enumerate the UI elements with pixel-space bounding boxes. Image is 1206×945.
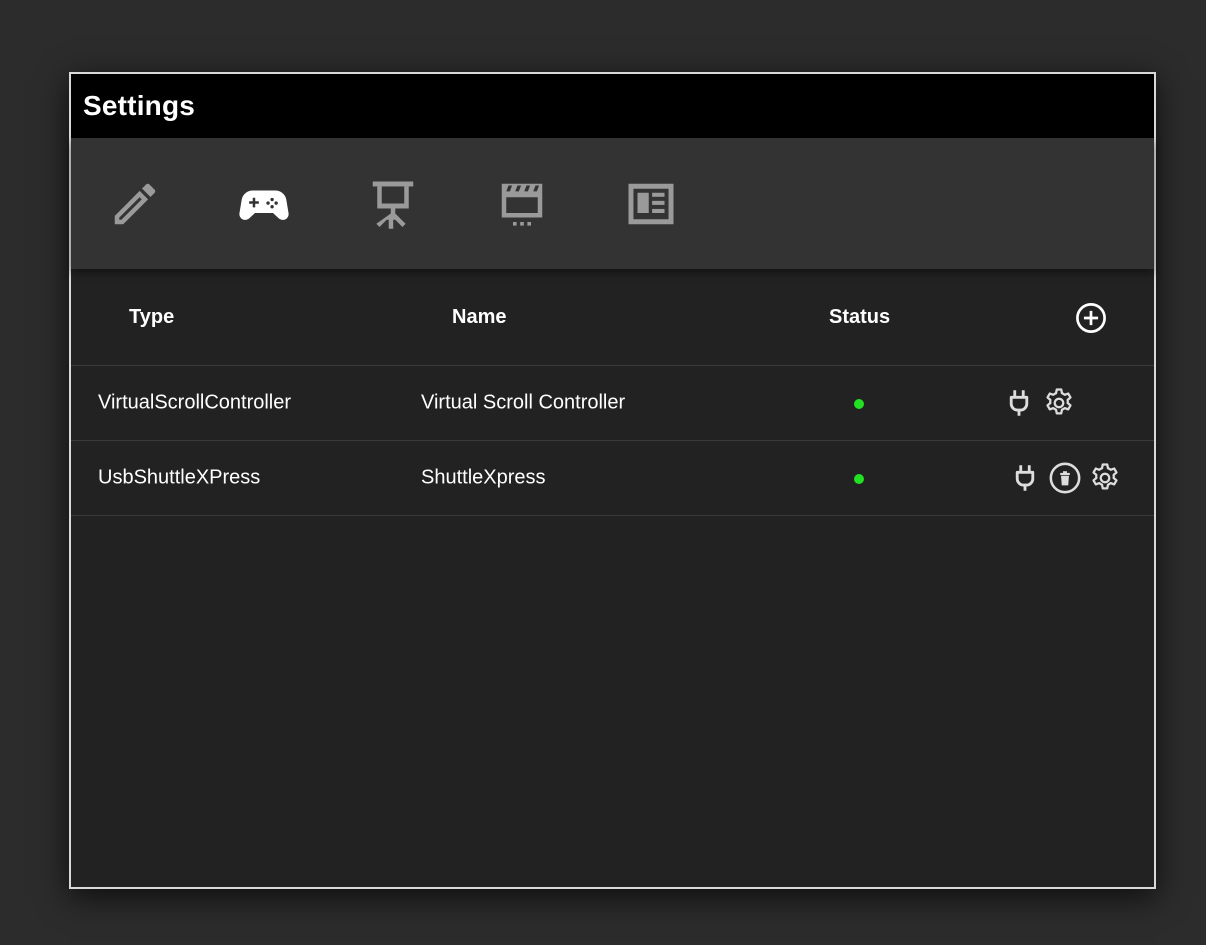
cell-name: Virtual Scroll Controller [421, 391, 626, 414]
add-controller-button[interactable] [1074, 301, 1108, 335]
settings-button[interactable] [1042, 385, 1076, 421]
row-actions [1002, 385, 1076, 421]
column-header-type: Type [129, 305, 175, 328]
plug-icon [1015, 465, 1035, 491]
article-icon [628, 183, 674, 224]
gear-icon [1092, 463, 1118, 490]
table-row: VirtualScrollController Virtual Scroll C… [71, 366, 1154, 441]
connect-button[interactable] [1002, 385, 1036, 421]
dialog-title: Settings [83, 90, 196, 121]
tab-controllers[interactable] [237, 174, 291, 234]
delete-icon [1049, 462, 1081, 494]
row-actions [1008, 460, 1122, 496]
settings-button[interactable] [1088, 460, 1122, 496]
clapperboard-icon [501, 183, 543, 226]
gear-icon [1046, 388, 1072, 415]
delete-button[interactable] [1048, 460, 1082, 496]
gamepad-icon [239, 190, 289, 220]
status-indicator [854, 474, 864, 484]
table-row: UsbShuttleXPress ShuttleXpress [71, 441, 1154, 516]
presentation-icon [372, 181, 414, 229]
cell-type: VirtualScrollController [98, 391, 292, 414]
tab-edit[interactable] [108, 174, 162, 234]
column-header-name: Name [452, 305, 507, 328]
column-header-status: Status [829, 305, 891, 328]
connect-button[interactable] [1008, 460, 1042, 496]
controllers-table: Type Name Status VirtualScrollController… [71, 269, 1154, 516]
tab-presentation[interactable] [366, 174, 420, 234]
status-indicator [854, 399, 864, 409]
plus-circle-icon [1076, 303, 1106, 333]
dialog-titlebar: Settings [71, 74, 1154, 138]
cell-name: ShuttleXpress [421, 466, 546, 489]
cell-type: UsbShuttleXPress [98, 466, 261, 489]
table-header: Type Name Status [71, 269, 1154, 366]
settings-tab-bar [71, 138, 1154, 269]
pencil-icon [114, 183, 156, 224]
tab-layout[interactable] [624, 174, 678, 234]
settings-dialog: Settings Type Name Status VirtualScrollC… [69, 72, 1156, 889]
tab-media[interactable] [495, 174, 549, 234]
plug-icon [1009, 390, 1029, 416]
